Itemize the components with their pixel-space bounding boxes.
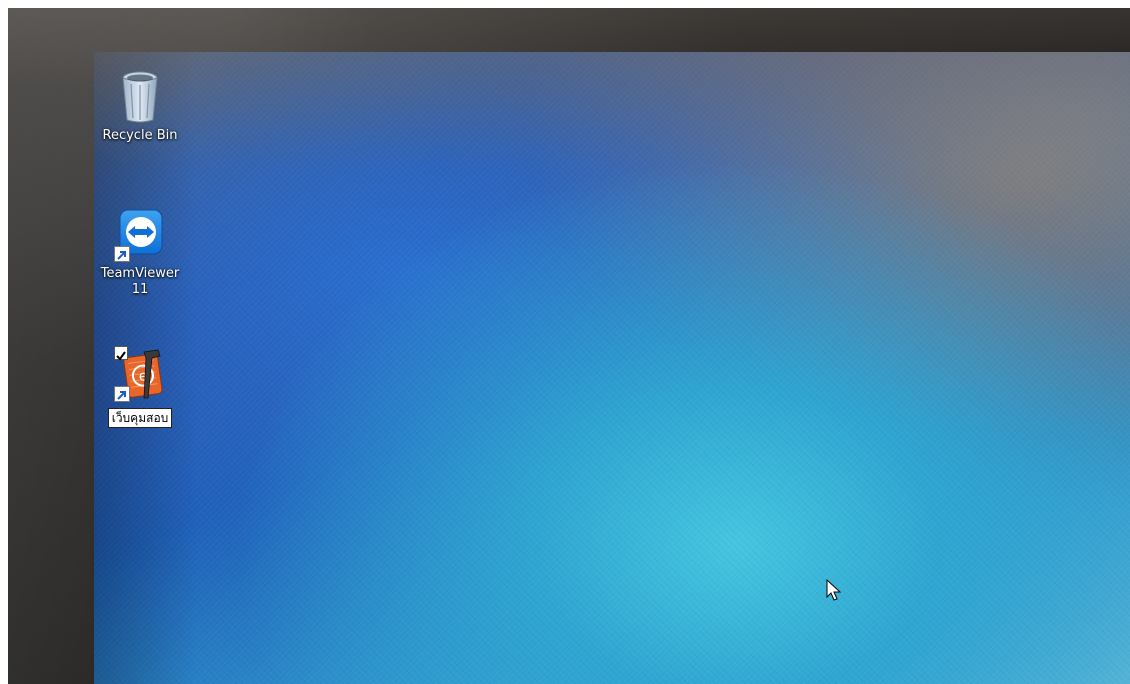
desktop-icon-label: Recycle Bin [102, 128, 178, 143]
mouse-pointer-icon [826, 578, 842, 603]
rename-text-field[interactable]: เว็บคุมสอบ [107, 408, 173, 428]
desktop-icon-exam-website[interactable]: e เว็บคุมสอบ [92, 346, 188, 428]
wallpaper-glare [94, 52, 1130, 684]
wallpaper-texture [94, 52, 1130, 684]
shortcut-arrow-icon [114, 386, 130, 402]
recycle-bin-icon [114, 68, 166, 124]
desktop-icon-teamviewer[interactable]: TeamViewer 11 [92, 206, 188, 298]
desktop-icon-label: TeamViewer 11 [100, 266, 180, 297]
photo-of-monitor: Recycle Bin TeamViewer 11 e เว็บคุมสอบ [0, 0, 1130, 684]
teamviewer-icon [114, 206, 166, 262]
desktop-screen[interactable] [94, 52, 1130, 684]
shortcut-arrow-icon [114, 246, 130, 262]
desktop-icon-recycle-bin[interactable]: Recycle Bin [92, 68, 188, 144]
selected-checkbox-icon[interactable] [114, 346, 128, 361]
xcode-style-app-icon: e [114, 346, 166, 402]
